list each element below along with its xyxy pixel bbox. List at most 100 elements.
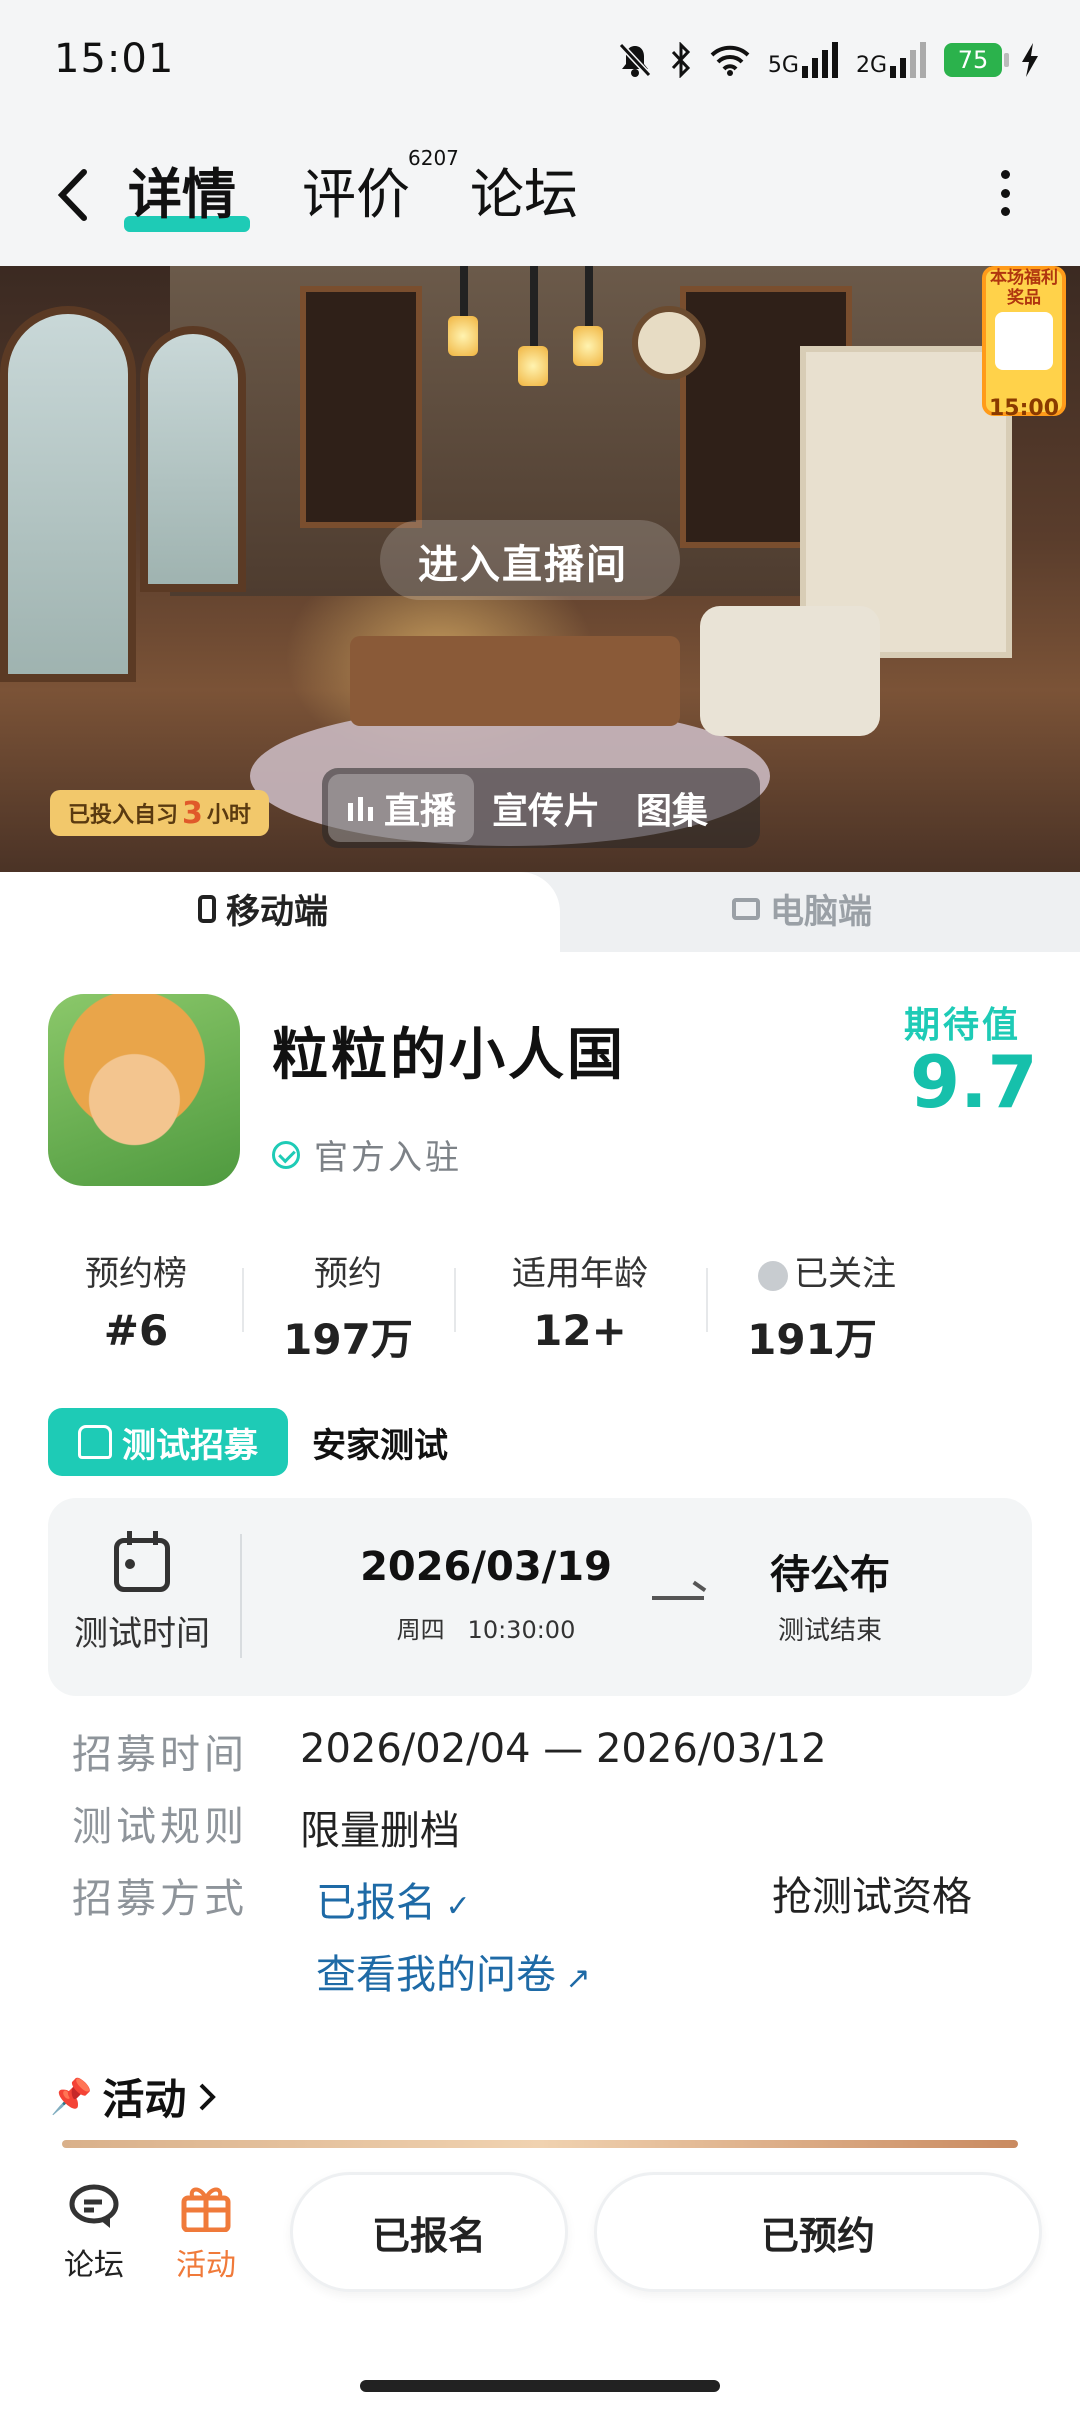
self-study-prefix: 已投入自习	[68, 803, 179, 828]
wifi-icon	[710, 45, 750, 76]
signal-2g-icon: 2G	[856, 42, 926, 78]
reserved-button[interactable]: 已预约	[594, 2172, 1042, 2292]
tab-pc-label: 电脑端	[770, 892, 872, 932]
stat-reservations-value: 197万	[283, 1315, 413, 1364]
home-indicator[interactable]	[360, 2380, 720, 2392]
back-arrow-icon[interactable]	[52, 160, 92, 230]
test-icon	[78, 1425, 112, 1459]
self-study-unit: 小时	[206, 803, 251, 828]
calendar-icon	[114, 1531, 170, 1592]
test-time-label: 测试时间	[74, 1614, 210, 1654]
tab-forum[interactable]: 论坛	[470, 150, 578, 229]
test-end-label: 测试结束	[777, 1616, 882, 1646]
hero-bookshelf	[300, 286, 422, 528]
stat-followers-value: 191万	[747, 1315, 877, 1364]
test-recruit-badge: 测试招募	[48, 1408, 288, 1476]
hero-lamp	[448, 316, 478, 356]
signed-up-button[interactable]: 已报名	[290, 2172, 568, 2292]
signal-5g-icon: 5G	[768, 42, 838, 78]
stat-reservations-label: 预约	[314, 1254, 382, 1294]
test-start-weekday: 周四	[396, 1616, 445, 1644]
test-start-date: 2026/03/19	[360, 1544, 612, 1590]
arrow-right-icon	[652, 1596, 704, 1600]
self-study-hours: 3	[182, 795, 203, 831]
bottom-activity-button[interactable]: 活动	[156, 2182, 256, 2284]
game-title: 粒粒的小人国	[272, 1023, 626, 1088]
prize-time: 15:00	[988, 396, 1060, 421]
battery-icon: 75	[944, 43, 1009, 77]
tab-reviews[interactable]: 评价 6207	[302, 146, 459, 229]
checkmark-icon: ✓	[436, 1889, 471, 1924]
hero-window-left	[0, 306, 136, 682]
phone-icon	[198, 894, 216, 923]
hero-lamp-cord	[530, 266, 538, 346]
hero-table	[350, 636, 680, 726]
tab-reviews-label: 评价	[302, 163, 410, 226]
hero-lamp	[573, 326, 603, 366]
verified-check-icon	[272, 1140, 300, 1169]
live-bars-icon	[348, 797, 373, 821]
chevron-right-icon	[199, 2083, 217, 2110]
recruit-time-value: 2026/02/04 — 2026/03/12	[300, 1726, 827, 1772]
activity-card-preview[interactable]	[62, 2140, 1018, 2148]
tab-pc[interactable]: 电脑端	[732, 884, 872, 933]
view-questionnaire-link[interactable]: 查看我的问卷 ↗	[316, 1942, 591, 2000]
test-recruit-label: 测试招募	[122, 1425, 258, 1466]
gift-icon	[181, 2187, 231, 2232]
tab-details[interactable]: 详情	[128, 150, 236, 229]
signed-up-status: 已报名 ✓	[316, 1870, 471, 1928]
hero-armchair	[700, 606, 880, 736]
self-study-badge: 已投入自习 3 小时	[50, 790, 269, 836]
recruit-time-label: 招募时间	[72, 1732, 248, 1778]
test-end-status: 待公布	[770, 1552, 890, 1598]
media-tab-trailer[interactable]: 宣传片	[474, 774, 618, 842]
stat-age-value: 12+	[533, 1306, 627, 1355]
test-card-divider	[240, 1534, 242, 1658]
activity-section-header[interactable]: 📌 活动	[50, 2066, 218, 2127]
view-questionnaire-label: 查看我的问卷	[316, 1952, 556, 1998]
hero-lamp	[518, 346, 548, 386]
test-start-clock: 10:30:00	[467, 1616, 576, 1644]
mute-icon	[618, 42, 652, 78]
hero-lamp-cord	[585, 266, 593, 326]
stat-rank-label: 预约榜	[85, 1254, 187, 1294]
bottom-forum-button[interactable]: 论坛	[44, 2182, 144, 2284]
pin-icon: 📌	[50, 2076, 93, 2117]
stat-followers-text: 已关注	[794, 1254, 896, 1294]
external-arrow-icon: ↗	[556, 1961, 591, 1996]
forum-chat-icon	[69, 2184, 119, 2228]
reviews-count: 6207	[408, 146, 459, 170]
more-menu-icon[interactable]	[1000, 170, 1010, 216]
tab-mobile-label: 移动端	[226, 892, 328, 932]
stat-divider	[454, 1268, 456, 1332]
official-label: 官方入驻	[314, 1138, 462, 1178]
stat-age-label: 适用年龄	[512, 1254, 648, 1294]
stat-followers-label[interactable]: 已关注	[712, 1246, 942, 1295]
heart-check-icon	[758, 1260, 788, 1291]
grab-test-qualification[interactable]: 抢测试资格	[772, 1864, 972, 1922]
test-name: 安家测试	[312, 1426, 448, 1466]
media-tab-gallery[interactable]: 图集	[618, 774, 726, 842]
monitor-icon	[732, 897, 760, 920]
tab-mobile[interactable]: 移动端	[198, 884, 328, 933]
hero-lamp-cord	[460, 266, 468, 316]
media-tabs: 直播 宣传片 图集	[322, 768, 760, 848]
media-tab-live[interactable]: 直播	[328, 774, 475, 842]
test-rules-value: 限量删档	[300, 1808, 460, 1854]
stat-rank-value: #6	[103, 1306, 169, 1355]
stat-divider	[706, 1268, 708, 1332]
media-tab-live-label: 直播	[384, 791, 457, 832]
status-time: 15:01	[54, 36, 175, 82]
test-rules-label: 测试规则	[72, 1804, 248, 1850]
bottom-activity-label: 活动	[176, 2248, 236, 2283]
enter-live-room-label: 进入直播间	[418, 542, 628, 588]
test-start-time: 周四 10:30:00	[350, 1610, 622, 1645]
status-icons: 5G 2G 75	[618, 34, 1040, 86]
stat-divider	[242, 1268, 244, 1332]
charging-icon	[1022, 43, 1038, 77]
hero-window-right	[140, 326, 246, 592]
signed-up-text: 已报名	[316, 1880, 436, 1926]
hero-clock	[632, 306, 706, 380]
official-badge: 官方入驻	[272, 1130, 462, 1179]
recruit-method-label: 招募方式	[72, 1876, 248, 1922]
